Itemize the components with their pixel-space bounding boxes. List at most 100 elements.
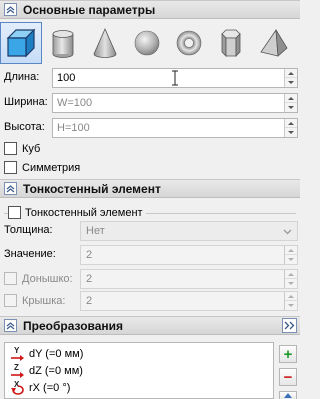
value-spinner[interactable] (284, 246, 297, 264)
pyramid-shape-icon (260, 28, 288, 57)
cube-checkbox[interactable]: Куб (4, 142, 40, 155)
height-value: H=100 (57, 122, 90, 134)
spin-down-icon[interactable] (285, 78, 297, 87)
bottom-label: Донышко: (22, 272, 73, 285)
lid-value: 2 (86, 295, 93, 307)
collapse-icon[interactable] (4, 319, 17, 332)
spin-down-icon[interactable] (285, 255, 297, 264)
spin-down-icon[interactable] (285, 301, 297, 310)
checkbox-box[interactable] (8, 206, 21, 219)
cylinder-shape-icon (52, 30, 74, 58)
value-input[interactable]: 2 (80, 245, 298, 265)
thin-wall-checkbox[interactable]: Тонкостенный элемент (8, 206, 146, 219)
transform-list[interactable]: Y dY (=0 мм) Z dZ (=0 мм) X rX (=0 °) (4, 342, 274, 399)
section-title: Преобразования (23, 318, 124, 333)
transform-label: rX (=0 °) (29, 382, 71, 394)
height-row: Высота: H=100 (0, 117, 300, 139)
move-up-button[interactable] (279, 391, 297, 399)
spin-up-icon[interactable] (285, 246, 297, 255)
section-title: Основные параметры (23, 2, 156, 17)
height-label: Высота: (4, 121, 45, 133)
symmetry-checkbox[interactable]: Симметрия (4, 161, 80, 174)
height-input[interactable]: H=100 (52, 118, 298, 138)
lid-input[interactable]: 2 (80, 291, 298, 311)
width-label: Ширина: (4, 96, 48, 108)
shape-box-button[interactable] (0, 22, 42, 64)
lid-spinner[interactable] (284, 292, 297, 310)
svg-text:Y: Y (14, 346, 20, 355)
torus-shape-icon (176, 30, 202, 56)
shape-prism-button[interactable] (210, 22, 252, 64)
svg-text:X: X (14, 380, 20, 389)
list-item[interactable]: X rX (=0 °) (9, 380, 70, 396)
thickness-label: Толщина: (4, 224, 53, 236)
collapse-icon[interactable] (4, 182, 17, 195)
checkbox-box[interactable] (4, 272, 17, 285)
section-title: Тонкостенный элемент (23, 181, 161, 196)
shape-cylinder-button[interactable] (42, 22, 84, 64)
spin-up-icon[interactable] (285, 119, 297, 128)
thickness-row: Толщина: Нет (0, 220, 300, 242)
text-cursor-icon (172, 70, 178, 86)
translate-y-icon: Y (9, 346, 27, 362)
cone-shape-icon (93, 28, 117, 58)
thin-wall-label: Тонкостенный элемент (25, 206, 143, 219)
shape-torus-button[interactable] (168, 22, 210, 64)
list-item[interactable]: Y dY (=0 мм) (9, 346, 83, 362)
shape-sphere-button[interactable] (126, 22, 168, 64)
spin-up-icon[interactable] (285, 270, 297, 279)
collapse-icon[interactable] (4, 3, 17, 16)
section-header-main[interactable]: Основные параметры (0, 0, 300, 19)
chevron-down-icon (283, 229, 292, 235)
value-label: Значение: (4, 248, 56, 260)
prism-shape-icon (221, 29, 241, 57)
width-value: W=100 (57, 97, 93, 109)
transform-label: dZ (=0 мм) (29, 365, 83, 377)
plus-icon: + (283, 345, 293, 363)
bottom-checkbox[interactable]: Донышко: (4, 272, 73, 285)
thickness-value: Нет (86, 225, 105, 237)
translate-z-icon: Z (9, 363, 27, 379)
section-header-transform[interactable]: Преобразования (0, 316, 300, 335)
bottom-input[interactable]: 2 (80, 269, 298, 289)
sphere-shape-icon (134, 30, 160, 56)
width-spinner[interactable] (284, 94, 297, 112)
thickness-select[interactable]: Нет (80, 221, 298, 241)
width-input[interactable]: W=100 (52, 93, 298, 113)
height-spinner[interactable] (284, 119, 297, 137)
length-spinner[interactable] (284, 69, 297, 87)
shape-pyramid-button[interactable] (252, 22, 294, 64)
width-row: Ширина: W=100 (0, 92, 300, 114)
length-input[interactable]: 100 (52, 68, 298, 88)
checkbox-box[interactable] (4, 294, 17, 307)
lid-row: Крышка: 2 (0, 290, 300, 312)
spin-up-icon[interactable] (285, 69, 297, 78)
expand-right-icon[interactable] (282, 318, 297, 333)
box-shape-icon (6, 28, 36, 58)
transform-label: dY (=0 мм) (29, 348, 84, 360)
spin-down-icon[interactable] (285, 103, 297, 112)
rotate-x-icon: X (9, 380, 27, 396)
checkbox-box[interactable] (4, 142, 17, 155)
list-item[interactable]: Z dZ (=0 мм) (9, 363, 83, 379)
checkbox-box[interactable] (4, 161, 17, 174)
shape-toolbar (0, 22, 300, 64)
lid-checkbox[interactable]: Крышка: (4, 294, 65, 307)
bottom-value: 2 (86, 273, 93, 285)
arrow-up-icon (284, 393, 292, 398)
bottom-row: Донышко: 2 (0, 268, 300, 290)
cube-label: Куб (22, 142, 41, 155)
shape-cone-button[interactable] (84, 22, 126, 64)
add-transform-button[interactable]: + (279, 345, 297, 363)
svg-text:Z: Z (14, 363, 19, 372)
spin-up-icon[interactable] (285, 94, 297, 103)
spin-down-icon[interactable] (285, 279, 297, 288)
section-header-thin[interactable]: Тонкостенный элемент (0, 179, 300, 198)
bottom-spinner[interactable] (284, 270, 297, 288)
value-row: Значение: 2 (0, 244, 300, 266)
minus-icon: − (283, 368, 293, 386)
remove-transform-button[interactable]: − (279, 368, 297, 386)
spin-up-icon[interactable] (285, 292, 297, 301)
spin-down-icon[interactable] (285, 128, 297, 137)
cube-row: Куб (0, 140, 300, 160)
